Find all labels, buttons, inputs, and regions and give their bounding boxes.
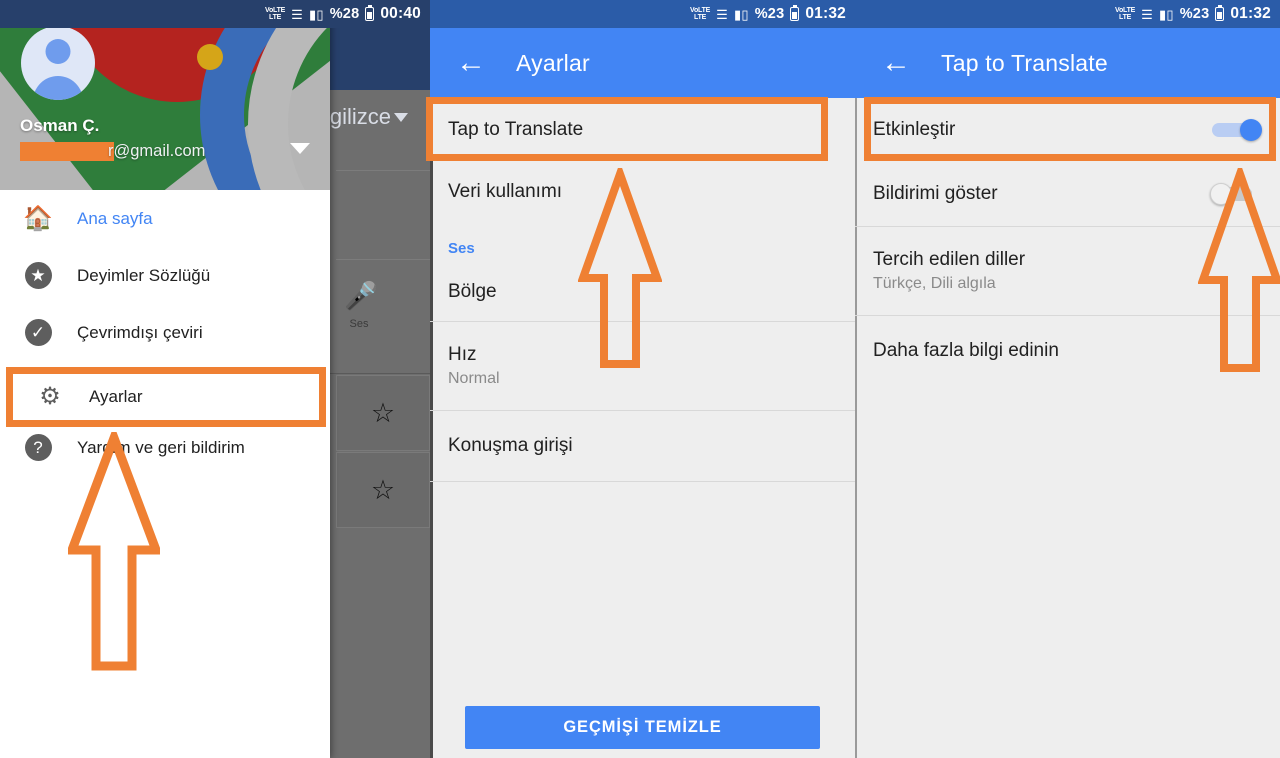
- account-email: r@gmail.com: [20, 142, 205, 161]
- settings-row-bolge[interactable]: Bölge: [430, 263, 855, 321]
- drawer-item-cevrimdisi-ceviri[interactable]: ✓ Çevrimdışı çeviri: [0, 304, 330, 361]
- decorative-shape: [197, 44, 223, 70]
- toggle-etkinlestir[interactable]: [1210, 119, 1262, 141]
- back-arrow-icon[interactable]: ←: [879, 46, 913, 80]
- avatar-body: [33, 76, 83, 100]
- drawer-item-label: Çevrimdışı çeviri: [77, 322, 203, 342]
- divider: [430, 481, 855, 482]
- drawer-item-yardim-ve-geri-bildirim[interactable]: ? Yardım ve geri bildirim: [0, 419, 330, 476]
- drawer-item-deyimler-sozlugu[interactable]: ★ Deyimler Sözlüğü: [0, 247, 330, 304]
- avatar-head: [45, 39, 71, 64]
- target-language-label: gilizce: [329, 104, 391, 129]
- row-title: Etkinleştir: [873, 119, 956, 140]
- settings-row-daha-fazla-bilgi-edinin[interactable]: Daha fazla bilgi edinin: [855, 316, 1280, 386]
- history-card[interactable]: ☆: [336, 375, 430, 451]
- divider: [336, 259, 430, 260]
- settings-row-etkinlestir[interactable]: Etkinleştir: [855, 98, 1280, 162]
- signal-icon: ▮▯: [309, 6, 324, 22]
- star-circle-icon: ★: [24, 262, 52, 289]
- row-title: Tercih edilen diller: [873, 249, 1026, 270]
- back-arrow-icon[interactable]: ←: [454, 46, 488, 80]
- battery-percent-label: %23: [754, 6, 785, 22]
- settings-row-hiz[interactable]: Hız Normal: [430, 322, 855, 410]
- avatar[interactable]: [21, 26, 95, 100]
- history-card[interactable]: ☆: [336, 452, 430, 528]
- star-outline-icon[interactable]: ☆: [371, 399, 395, 427]
- clock-label: 00:40: [380, 5, 421, 22]
- clock-label: 01:32: [1230, 5, 1271, 22]
- divider: [336, 170, 430, 171]
- clear-history-button[interactable]: GEÇMİŞİ TEMİZLE: [465, 706, 820, 749]
- lte-icon: VoLTE LTE: [1115, 7, 1136, 21]
- settings-row-tercih-edilen-diller[interactable]: Tercih edilen diller Türkçe, Dili algıla: [855, 227, 1280, 315]
- screenshot-root: gilizce 🎤 Ses ☆ ☆ Osman Ç. r@gmail.com 🏠…: [0, 0, 1280, 758]
- battery-icon: [790, 5, 800, 21]
- lte-icon: VoLTE LTE: [265, 7, 286, 21]
- gear-icon: ⚙: [39, 383, 61, 410]
- row-subtitle: Türkçe, Dili algıla: [873, 275, 996, 292]
- panel-tap-to-translate: ← Tap to Translate Etkinleştir Bildirimi…: [855, 0, 1280, 758]
- appbar-title: Tap to Translate: [941, 49, 1108, 76]
- account-switcher-chevron-icon[interactable]: [290, 143, 310, 154]
- panel-ayarlar: ← Ayarlar Tap to Translate Veri kullanım…: [430, 0, 855, 758]
- toggle-knob: [1210, 183, 1232, 205]
- star-outline-icon[interactable]: ☆: [371, 476, 395, 504]
- settings-row-veri-kullanimi[interactable]: Veri kullanımı: [430, 162, 855, 222]
- account-email-suffix: r@gmail.com: [108, 142, 206, 160]
- drawer-item-label: Yardım ve geri bildirim: [77, 437, 245, 457]
- check-circle-icon: ✓: [24, 319, 52, 346]
- drawer-item-label: Deyimler Sözlüğü: [77, 265, 211, 285]
- row-title: Bölge: [448, 281, 497, 302]
- row-title: Daha fazla bilgi edinin: [873, 340, 1059, 361]
- drawer-item-label: Ana sayfa: [77, 208, 153, 228]
- battery-percent-label: %28: [329, 6, 360, 22]
- drawer-menu: 🏠 Ana sayfa ★ Deyimler Sözlüğü ✓ Çevrimd…: [0, 190, 330, 476]
- voice-input-label: Ses: [349, 318, 369, 330]
- appbar-tap-to-translate: ← Tap to Translate: [855, 28, 1280, 98]
- lte-icon: VoLTE LTE: [690, 7, 711, 21]
- drawer-header: Osman Ç. r@gmail.com: [0, 0, 330, 190]
- settings-row-tap-to-translate[interactable]: Tap to Translate: [430, 98, 855, 162]
- microphone-icon: 🎤: [344, 281, 378, 311]
- panel-translate-drawer: gilizce 🎤 Ses ☆ ☆ Osman Ç. r@gmail.com 🏠…: [0, 0, 430, 758]
- account-name: Osman Ç.: [20, 116, 100, 135]
- drawer-item-label: Ayarlar: [89, 387, 143, 406]
- section-header-ses: Ses: [448, 240, 475, 257]
- drawer-item-ana-sayfa[interactable]: 🏠 Ana sayfa: [0, 190, 330, 247]
- wifi-icon: ☰: [291, 6, 303, 22]
- settings-row-konusma-girisi[interactable]: Konuşma girişi: [430, 411, 855, 481]
- row-title: Veri kullanımı: [448, 181, 563, 202]
- help-circle-icon: ?: [24, 434, 52, 461]
- status-bar-right: VoLTE LTE ☰ ▮▯ %23 01:32: [855, 0, 1280, 28]
- row-title: Bildirimi göster: [873, 183, 998, 204]
- appbar-title: Ayarlar: [516, 49, 590, 76]
- row-title: Hız: [448, 344, 477, 365]
- battery-icon: [1215, 5, 1225, 21]
- redaction-bar: [20, 142, 114, 161]
- status-bar-left: VoLTE LTE ☰ ▮▯ %28 00:40: [0, 0, 430, 28]
- wifi-icon: ☰: [716, 6, 728, 22]
- drawer-item-ayarlar-highlighted[interactable]: ⚙ Ayarlar: [6, 367, 326, 427]
- row-title: Konuşma girişi: [448, 435, 573, 456]
- target-language-selector[interactable]: gilizce: [330, 104, 408, 130]
- row-subtitle: Normal: [448, 370, 500, 387]
- toggle-bildirimi-goster[interactable]: [1210, 183, 1262, 205]
- appbar-ayarlar: ← Ayarlar: [430, 28, 855, 98]
- chevron-down-icon: [394, 112, 408, 122]
- wifi-icon: ☰: [1141, 6, 1153, 22]
- status-bar-middle: VoLTE LTE ☰ ▮▯ %23 01:32: [430, 0, 855, 28]
- toggle-knob: [1240, 119, 1262, 141]
- battery-percent-label: %23: [1179, 6, 1210, 22]
- battery-icon: [365, 5, 375, 21]
- row-title: Tap to Translate: [448, 119, 584, 140]
- divider: [330, 373, 430, 374]
- voice-input-button[interactable]: 🎤 Ses: [344, 281, 378, 331]
- settings-list-ayarlar: Tap to Translate Veri kullanımı Ses Bölg…: [430, 98, 855, 758]
- signal-icon: ▮▯: [734, 6, 749, 22]
- clock-label: 01:32: [805, 5, 846, 22]
- signal-icon: ▮▯: [1159, 6, 1174, 22]
- home-icon: 🏠: [23, 204, 53, 232]
- settings-row-bildirimi-goster[interactable]: Bildirimi göster: [855, 162, 1280, 226]
- settings-list-tap-to-translate: Etkinleştir Bildirimi göster Tercih edil…: [855, 98, 1280, 758]
